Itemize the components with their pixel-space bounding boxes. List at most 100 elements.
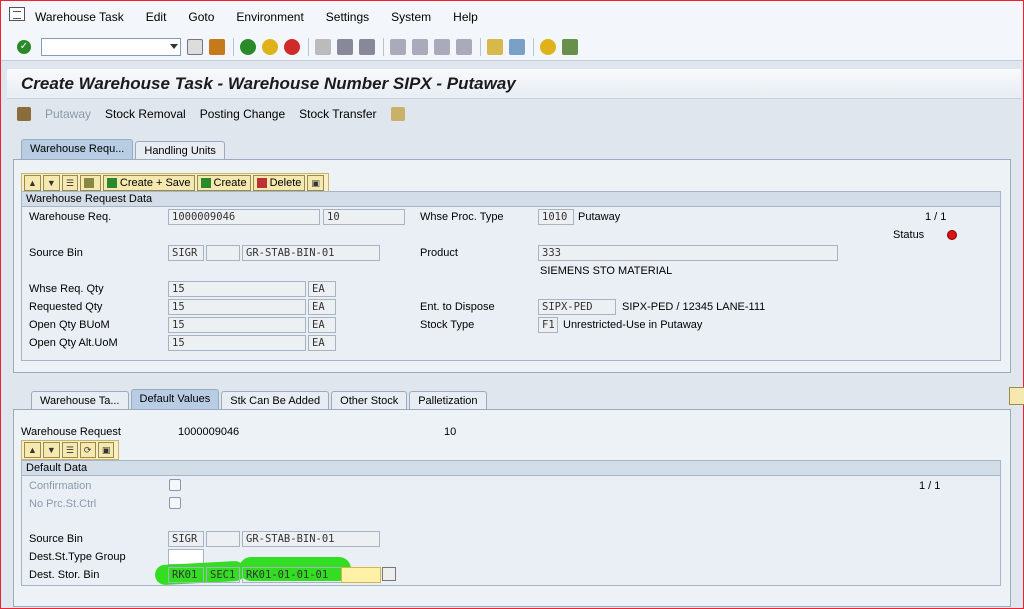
find-next-icon[interactable] — [359, 38, 375, 55]
help-icon[interactable] — [540, 38, 556, 55]
whse-proc-type-field[interactable]: 1010 — [538, 209, 574, 225]
top-tabstrip: Warehouse Requ... Handling Units — [21, 139, 227, 160]
confirmation-checkbox[interactable] — [169, 479, 181, 491]
menu-system[interactable]: System — [391, 10, 431, 24]
source-bin-section-field[interactable] — [206, 245, 240, 261]
list-button[interactable]: ☰ — [61, 442, 78, 458]
create-label: Create — [213, 177, 247, 189]
system-menu-icon[interactable] — [9, 7, 25, 21]
tab-default-values[interactable]: Default Values — [130, 389, 220, 410]
forklift-delete-icon — [256, 178, 267, 188]
stock-removal-button[interactable]: Stock Removal — [105, 107, 186, 121]
dest-bin-input-area[interactable] — [341, 567, 381, 583]
open-qty-altuom-uom-field[interactable]: EA — [308, 335, 336, 351]
refresh-button[interactable]: ⟳ — [79, 442, 96, 458]
source-bin-section-field[interactable] — [206, 531, 240, 547]
warehouse-request-value: 1000009046 — [178, 426, 240, 438]
requested-qty-uom-field[interactable]: EA — [308, 299, 336, 315]
create-button[interactable]: Create — [196, 175, 251, 191]
print-icon[interactable] — [315, 38, 331, 55]
save-small-button[interactable] — [79, 175, 101, 191]
exit-icon[interactable] — [262, 38, 278, 55]
ent-to-dispose-field[interactable]: SIPX-PED — [538, 299, 616, 315]
whse-req-qty-uom-field[interactable]: EA — [308, 281, 336, 297]
layout-button[interactable]: ▣ — [307, 175, 324, 191]
side-document-icon[interactable] — [1009, 387, 1024, 405]
tab-stk-can-be-added[interactable]: Stk Can Be Added — [221, 391, 330, 410]
status-red-icon — [947, 230, 957, 240]
list-button[interactable]: ☰ — [61, 175, 78, 191]
enter-checkmark-icon[interactable]: ✓ — [17, 39, 31, 54]
warehouse-req-field[interactable]: 1000009046 — [168, 209, 320, 225]
save-icon[interactable] — [209, 38, 225, 55]
delete-label: Delete — [269, 177, 302, 189]
tab-warehouse-tasks[interactable]: Warehouse Ta... — [31, 391, 129, 410]
standard-toolbar: ✓ — [1, 33, 1023, 61]
document-icon[interactable] — [390, 107, 405, 121]
find-icon[interactable] — [337, 38, 353, 55]
toolbar-separator — [480, 37, 481, 56]
next-page-icon[interactable] — [434, 38, 450, 55]
requested-qty-field[interactable]: 15 — [168, 299, 306, 315]
triangle-up-icon: ▲ — [28, 178, 37, 188]
stock-type-field[interactable]: F1 — [538, 317, 558, 333]
back-icon[interactable] — [240, 38, 256, 55]
dest-bin-field[interactable]: RK01-01-01-01 — [242, 567, 342, 583]
mode-icon[interactable] — [17, 107, 31, 121]
source-bin-field[interactable]: GR-STAB-BIN-01 — [242, 245, 380, 261]
open-qty-buom-field[interactable]: 15 — [168, 317, 306, 333]
menu-goto[interactable]: Goto — [188, 10, 214, 24]
no-prc-st-ctrl-checkbox[interactable] — [169, 497, 181, 509]
open-qty-buom-uom-field[interactable]: EA — [308, 317, 336, 333]
tab-handling-units[interactable]: Handling Units — [135, 141, 225, 160]
menu-edit[interactable]: Edit — [146, 10, 167, 24]
source-bin-field[interactable]: GR-STAB-BIN-01 — [242, 531, 380, 547]
posting-change-button[interactable]: Posting Change — [200, 107, 285, 121]
dest-type-field[interactable]: RK01 — [168, 567, 204, 583]
scroll-up-button[interactable]: ▲ — [24, 175, 41, 191]
command-field[interactable] — [41, 37, 181, 56]
putaway-button[interactable]: Putaway — [45, 107, 91, 121]
whse-req-qty-field[interactable]: 15 — [168, 281, 306, 297]
menu-warehouse-task[interactable]: Warehouse Task — [35, 10, 124, 24]
tab-palletization[interactable]: Palletization — [409, 391, 487, 410]
cancel-icon[interactable] — [284, 38, 300, 55]
last-page-icon[interactable] — [456, 38, 472, 55]
create-save-button[interactable]: Create + Save — [102, 175, 195, 191]
new-session-icon[interactable] — [487, 38, 503, 55]
previous-page-icon[interactable] — [412, 38, 428, 55]
warehouse-request-label: Warehouse Request — [21, 426, 121, 438]
status-label: Status — [893, 229, 925, 241]
shortcut-icon[interactable] — [509, 38, 525, 55]
tab-warehouse-request[interactable]: Warehouse Requ... — [21, 139, 134, 160]
delete-button[interactable]: Delete — [252, 175, 306, 191]
menu-environment[interactable]: Environment — [236, 10, 303, 24]
menu-settings[interactable]: Settings — [326, 10, 369, 24]
group-title: Warehouse Request Data — [22, 192, 1000, 207]
scroll-down-button[interactable]: ▼ — [42, 442, 60, 458]
triangle-down-icon: ▼ — [46, 178, 56, 188]
customize-layout-icon[interactable] — [562, 38, 578, 55]
f4-help-icon[interactable] — [382, 567, 396, 581]
tab-other-stock[interactable]: Other Stock — [331, 391, 408, 410]
application-toolbar: Putaway Stock Removal Posting Change Sto… — [7, 101, 1021, 127]
dest-section-field[interactable]: SEC1 — [206, 567, 240, 583]
open-qty-buom-label: Open Qty BUoM — [29, 319, 110, 331]
forklift-icon — [200, 178, 211, 188]
toolbar-separator — [533, 37, 534, 56]
open-qty-altuom-field[interactable]: 15 — [168, 335, 306, 351]
first-page-icon[interactable] — [390, 38, 406, 55]
back-triangle-icon[interactable] — [187, 38, 203, 55]
layout-button[interactable]: ▣ — [97, 442, 115, 458]
stock-transfer-button[interactable]: Stock Transfer — [299, 107, 376, 121]
product-field[interactable]: 333 — [538, 245, 838, 261]
menu-help[interactable]: Help — [453, 10, 478, 24]
chevron-down-icon[interactable] — [170, 44, 178, 49]
warehouse-req-item-field[interactable]: 10 — [323, 209, 405, 225]
scroll-up-button[interactable]: ▲ — [24, 442, 41, 458]
source-bin-label: Source Bin — [29, 247, 83, 259]
bottom-subtoolbar: ▲ ▼ ☰ ⟳ ▣ — [21, 440, 120, 460]
source-bin-type-field[interactable]: SIGR — [168, 531, 204, 547]
scroll-down-button[interactable]: ▼ — [42, 175, 60, 191]
source-bin-type-field[interactable]: SIGR — [168, 245, 204, 261]
